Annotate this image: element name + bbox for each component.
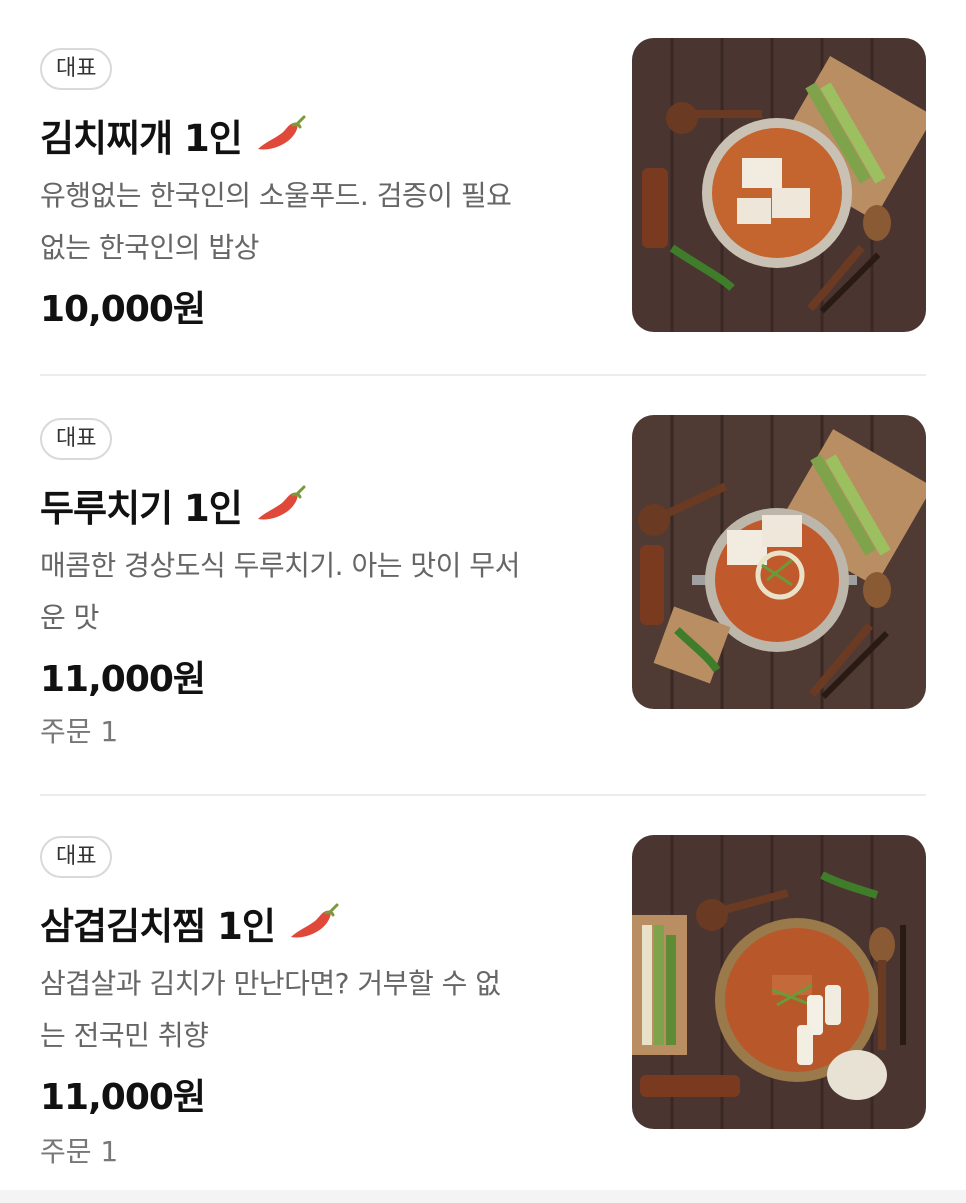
menu-price: 11,000원 [40,1077,206,1118]
menu-photo [632,835,926,1129]
order-count: 주문 1 [40,715,119,748]
menu-name: 두루치기 1인 [40,487,243,530]
menu-description: 삼겹살과 김치가 만난다면? 거부할 수 없 는 전국민 취향 [40,958,600,1062]
menu-title: 김치찌개 1인 [40,108,306,162]
menu-photo [632,415,926,709]
menu-name: 김치찌개 1인 [40,117,243,160]
menu-photo [632,38,926,332]
order-count: 주문 1 [40,1135,119,1168]
description-line: 없는 한국인의 밥상 [40,231,259,264]
chili-pepper-icon [257,485,306,520]
menu-description: 유행없는 한국인의 소울푸드. 검증이 필요 없는 한국인의 밥상 [40,170,600,274]
menu-name: 삼겹김치찜 1인 [40,905,276,948]
signature-badge: 대표 [40,418,113,460]
description-line: 운 맛 [40,601,99,634]
menu-list: 대표 김치찌개 1인 유행없는 한국인의 소울푸드. 검증이 필요 없는 한국인… [0,0,966,1203]
signature-badge: 대표 [40,48,113,90]
menu-description: 매콤한 경상도식 두루치기. 아는 맛이 무서 운 맛 [40,540,600,644]
bottom-strip [0,1190,966,1203]
menu-item-kimchi-jjigae[interactable]: 대표 김치찌개 1인 유행없는 한국인의 소울푸드. 검증이 필요 없는 한국인… [0,0,966,374]
description-line: 삼겹살과 김치가 만난다면? 거부할 수 없 [40,967,501,1000]
signature-badge: 대표 [40,836,113,878]
description-line: 매콤한 경상도식 두루치기. 아는 맛이 무서 [40,549,520,582]
menu-item-samgyeop-kimchijjim[interactable]: 대표 삼겹김치찜 1인 삼겹살과 김치가 만난다면? 거부할 수 없 는 전국민… [0,796,966,1203]
description-line: 는 전국민 취향 [40,1019,209,1052]
menu-price: 11,000원 [40,659,206,700]
chili-pepper-icon [290,903,339,938]
menu-title: 두루치기 1인 [40,478,306,532]
description-line: 유행없는 한국인의 소울푸드. 검증이 필요 [40,179,512,212]
menu-price: 10,000원 [40,289,206,330]
menu-item-duruchigi[interactable]: 대표 두루치기 1인 매콤한 경상도식 두루치기. 아는 맛이 무서 운 맛 1… [0,376,966,794]
menu-title: 삼겹김치찜 1인 [40,896,339,950]
chili-pepper-icon [257,115,306,150]
